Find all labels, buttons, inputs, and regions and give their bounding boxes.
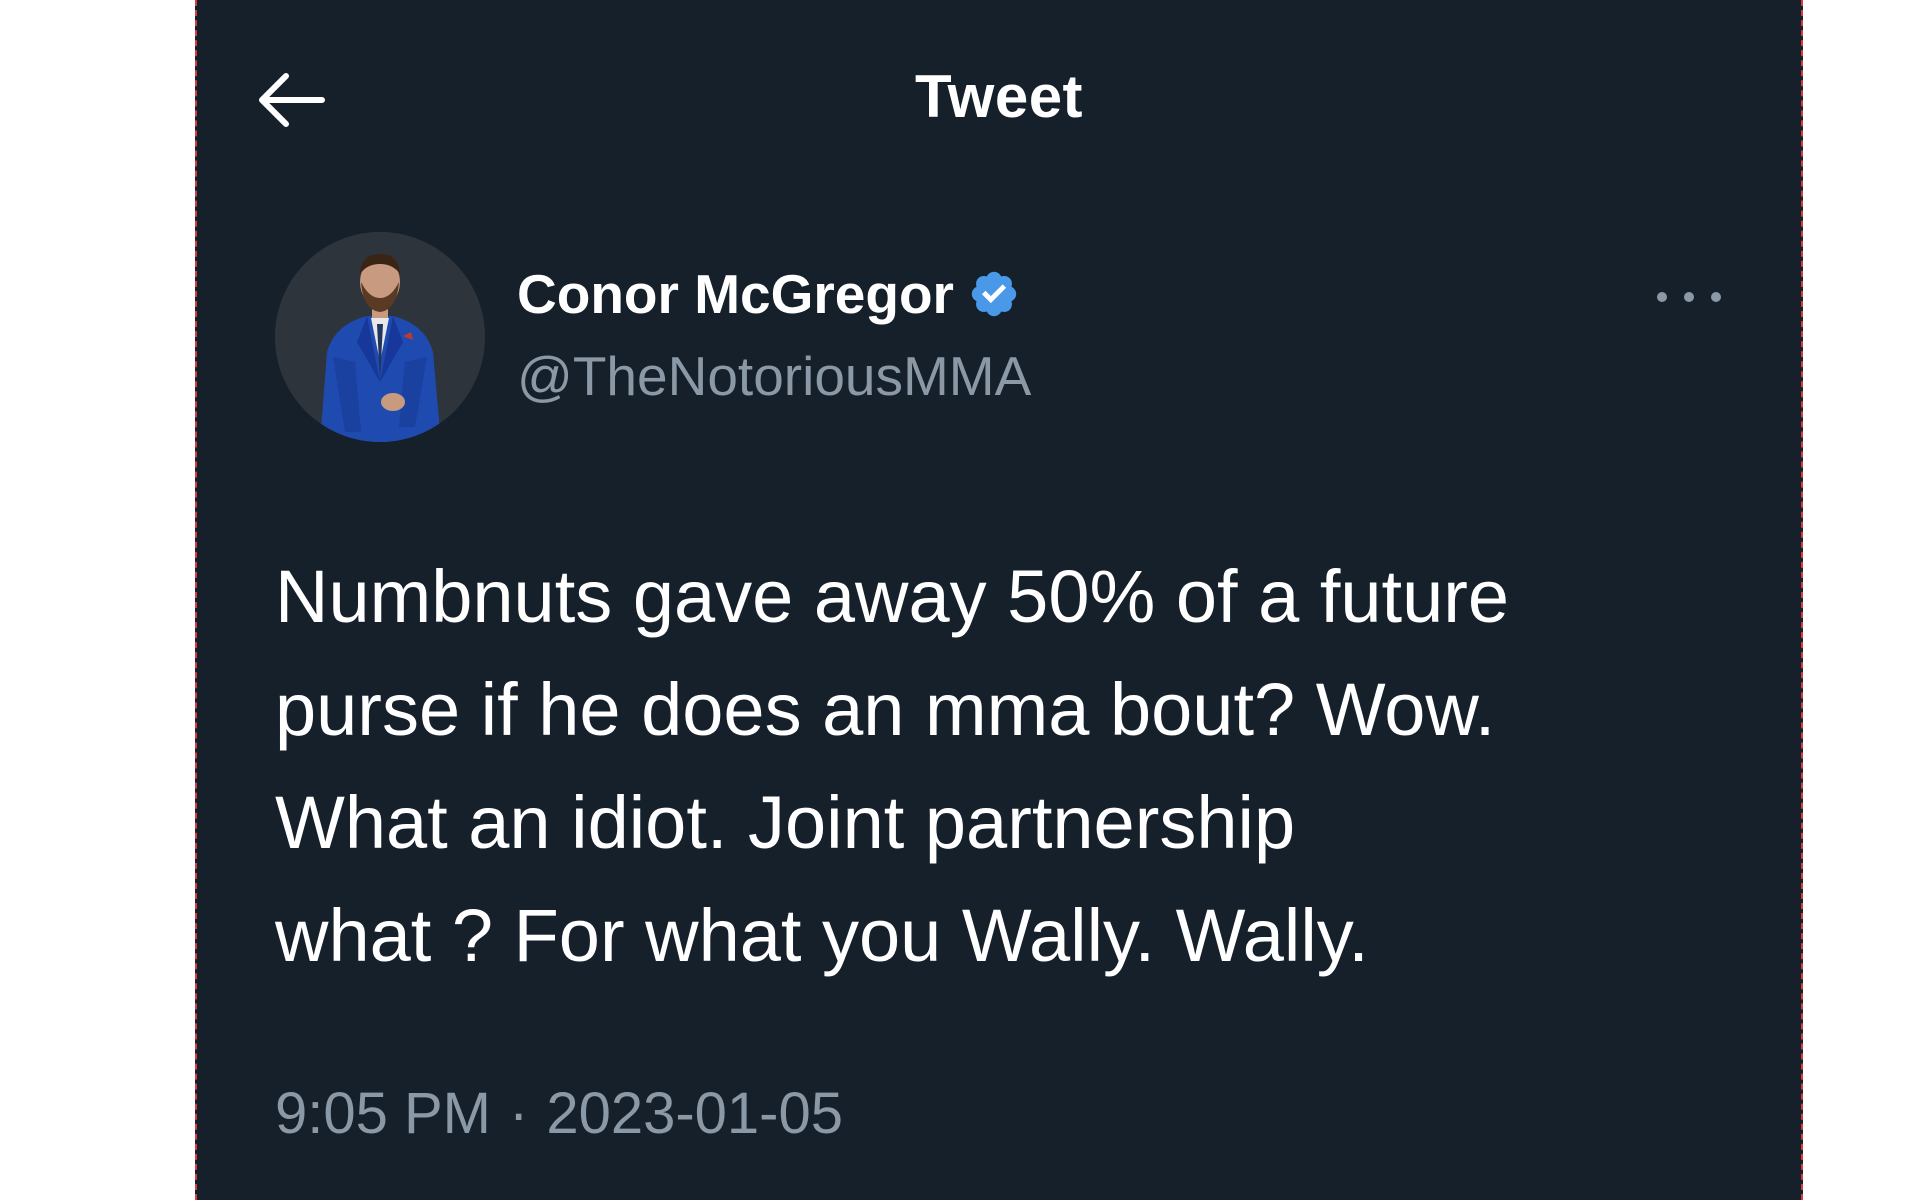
more-options-button[interactable] [1657, 282, 1721, 312]
tweet-date[interactable]: 2023-01-05 [546, 1080, 843, 1147]
user-handle[interactable]: @TheNotoriousMMA [517, 344, 1031, 408]
tweet-header: Tweet [197, 0, 1801, 200]
tweet-timestamp: 9:05 PM · 2023-01-05 [275, 1080, 843, 1147]
profile-photo [275, 232, 485, 442]
tweet-text: Numbnuts gave away 50% of a future purse… [275, 555, 1510, 977]
tweet-time[interactable]: 9:05 PM [275, 1080, 491, 1147]
page-title: Tweet [914, 63, 1084, 130]
display-name: Conor McGregor [517, 263, 954, 325]
display-name-link[interactable]: Conor McGregor [517, 262, 1020, 326]
verified-badge-icon [971, 271, 1017, 317]
ellipsis-icon-dot [1684, 292, 1694, 302]
ellipsis-icon-dot [1657, 292, 1667, 302]
ellipsis-icon-dot [1711, 292, 1721, 302]
avatar[interactable] [275, 232, 485, 442]
author-row: Conor McGregor @TheNotoriousMMA [197, 232, 1801, 452]
timestamp-separator: · [509, 1081, 529, 1146]
tweet-screenshot-frame: Tweet Conor McGregor @TheNotoriousMMA Nu… [195, 0, 1803, 1200]
